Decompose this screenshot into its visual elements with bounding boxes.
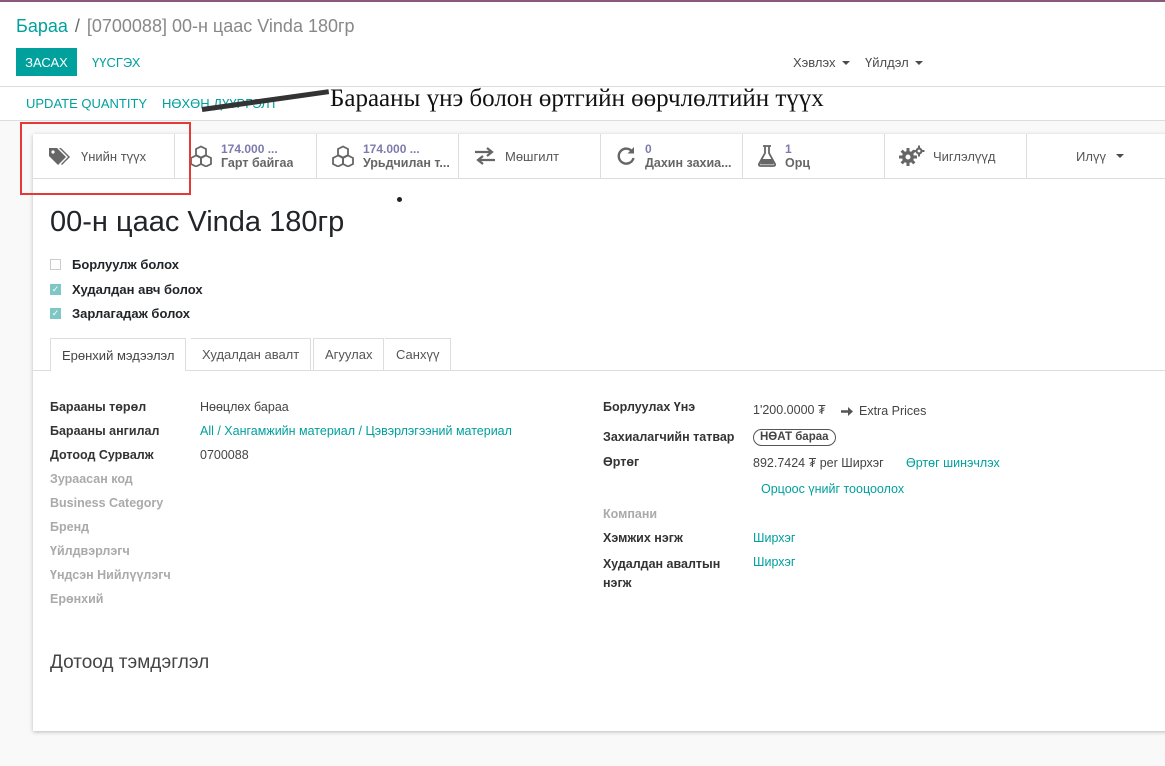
product-name[interactable]: 00-н цаас Vinda 180гр bbox=[50, 206, 344, 239]
arrow-right-icon bbox=[841, 406, 853, 416]
can-be-sold-label: Борлуулж болох bbox=[72, 257, 179, 272]
can-be-sold-checkbox[interactable]: Борлуулж болох bbox=[50, 257, 179, 272]
routes-button[interactable]: Чиглэлүүд bbox=[885, 134, 1027, 178]
tab-inventory[interactable]: Агуулах bbox=[313, 338, 385, 370]
cogs-icon bbox=[899, 145, 925, 166]
extra-prices-label: Extra Prices bbox=[859, 404, 927, 418]
manufacturer-label: Үйлдвэрлэгч bbox=[50, 544, 130, 558]
general-label: Ерөнхий bbox=[50, 592, 104, 606]
product-category-link[interactable]: All / Хангамжийн материал / Цэвэрлэгээни… bbox=[200, 424, 512, 438]
product-type-value[interactable]: Нөөцлөх бараа bbox=[200, 400, 289, 414]
breadcrumb-current: [0700088] 00-н цаас Vinda 180гр bbox=[86, 16, 355, 36]
flask-icon bbox=[758, 145, 776, 167]
tab-purchase[interactable]: Худалдан авалт bbox=[191, 338, 312, 370]
caret-down-icon bbox=[914, 61, 923, 65]
can-be-expensed-checkbox[interactable]: ✓ Зарлагадаж болох bbox=[50, 306, 190, 321]
exchange-icon bbox=[475, 147, 495, 165]
form-sheet: Үнийн түүх 174.000 ... Гарт байгаа 174.00… bbox=[33, 134, 1165, 731]
stray-dot bbox=[397, 197, 402, 202]
on-hand-button[interactable]: 174.000 ... Гарт байгаа bbox=[175, 134, 317, 178]
barcode-label: Зураасан код bbox=[50, 472, 133, 486]
cost-label: Өртөг bbox=[603, 455, 640, 469]
update-cost-link[interactable]: Өртөг шинэчлэх bbox=[906, 456, 1000, 470]
bom-label: Орц bbox=[785, 156, 811, 170]
checkbox-checked-icon: ✓ bbox=[50, 308, 61, 319]
can-be-purchased-label: Худалдан авч болох bbox=[72, 282, 203, 297]
breadcrumb-parent-link[interactable]: Бараа bbox=[16, 16, 68, 36]
checkbox-checked-icon: ✓ bbox=[50, 284, 61, 295]
cubes-icon bbox=[190, 145, 212, 167]
reorder-label: Дахин захиа... bbox=[645, 156, 732, 170]
internal-ref-label: Дотоод Сурвалж bbox=[50, 448, 154, 462]
notebook-tabs: Ерөнхий мэдээлэл Худалдан авалт Агуулах … bbox=[33, 338, 1165, 371]
action-dropdown-label: Үйлдэл bbox=[865, 55, 909, 70]
sale-price-label: Борлуулах Үнэ bbox=[603, 400, 696, 414]
moves-label: Мөшгилт bbox=[505, 148, 560, 164]
on-hand-label: Гарт байгаа bbox=[221, 156, 294, 170]
customer-tax-label: Захиалагчийн татвар bbox=[603, 430, 735, 444]
control-panel: Бараа / [0700088] 00-н цаас Vinda 180гр ЗА… bbox=[0, 2, 1165, 87]
print-dropdown-label: Хэвлэх bbox=[793, 55, 836, 70]
internal-notes-heading: Дотоод тэмдэглэл bbox=[50, 652, 210, 673]
reorder-value: 0 bbox=[645, 142, 652, 156]
caret-down-icon bbox=[1115, 154, 1124, 158]
breadcrumb-separator: / bbox=[74, 16, 80, 36]
product-type-label: Барааны төрөл bbox=[50, 400, 147, 414]
update-quantity-button[interactable]: UPDATE QUANTITY bbox=[26, 96, 147, 111]
purchase-uom-link[interactable]: Ширхэг bbox=[753, 555, 795, 569]
create-button[interactable]: ҮҮСГЭХ bbox=[84, 48, 148, 76]
action-dropdown[interactable]: Үйлдэл bbox=[865, 55, 923, 70]
brand-label: Бренд bbox=[50, 520, 90, 534]
cubes-icon bbox=[332, 145, 354, 167]
sale-price-value[interactable]: 1'200.0000 ₮ bbox=[753, 403, 826, 417]
annotation-highlight-box bbox=[20, 122, 191, 195]
bom-value: 1 bbox=[785, 142, 792, 156]
more-label: Илүү bbox=[1076, 148, 1106, 164]
smart-button-box: Үнийн түүх 174.000 ... Гарт байгаа 174.00… bbox=[33, 134, 1165, 179]
compute-price-from-bom-link[interactable]: Орцоос үнийг тооцоолох bbox=[761, 482, 904, 496]
product-category-label: Барааны ангилал bbox=[50, 424, 160, 438]
internal-ref-value[interactable]: 0700088 bbox=[200, 448, 249, 462]
reorder-button[interactable]: 0 Дахин захиа... bbox=[601, 134, 743, 178]
caret-down-icon bbox=[841, 61, 850, 65]
tax-badge[interactable]: НӨАТ бараа bbox=[753, 429, 836, 446]
forecasted-label: Урьдчилан т... bbox=[363, 156, 450, 170]
cost-value[interactable]: 892.7424 ₮ per Ширхэг bbox=[753, 456, 884, 470]
uom-label: Хэмжих нэгж bbox=[603, 531, 683, 545]
forecasted-value: 174.000 ... bbox=[363, 142, 420, 156]
business-category-label: Business Category bbox=[50, 496, 164, 510]
tab-general-info[interactable]: Ерөнхий мэдээлэл bbox=[50, 338, 187, 371]
forecasted-button[interactable]: 174.000 ... Урьдчилан т... bbox=[317, 134, 459, 178]
tab-accounting[interactable]: Санхүү bbox=[385, 338, 452, 370]
breadcrumb: Бараа / [0700088] 00-н цаас Vinda 180гр bbox=[16, 16, 355, 37]
more-button[interactable]: Илүү bbox=[1027, 134, 1165, 178]
company-label: Компани bbox=[603, 507, 658, 521]
edit-button[interactable]: ЗАСАХ bbox=[16, 48, 77, 76]
annotation-callout-text: Барааны үнэ болон өртгийн өөрчлөлтийн тү… bbox=[330, 85, 824, 112]
on-hand-value: 174.000 ... bbox=[221, 142, 278, 156]
main-supplier-label: Үндсэн Нийлүүлэгч bbox=[50, 568, 171, 582]
extra-prices-button[interactable]: Extra Prices bbox=[841, 404, 926, 418]
moves-button[interactable]: Мөшгилт bbox=[459, 134, 601, 178]
bom-button[interactable]: 1 Орц bbox=[743, 134, 885, 178]
can-be-expensed-label: Зарлагадаж болох bbox=[72, 306, 191, 321]
uom-link[interactable]: Ширхэг bbox=[753, 531, 795, 545]
refresh-icon bbox=[617, 147, 635, 165]
routes-label: Чиглэлүүд bbox=[933, 148, 996, 164]
print-dropdown[interactable]: Хэвлэх bbox=[793, 55, 850, 70]
can-be-purchased-checkbox[interactable]: ✓ Худалдан авч болох bbox=[50, 282, 203, 297]
purchase-uom-label: Худалдан авалтын нэгж bbox=[603, 557, 721, 590]
checkbox-unchecked-icon bbox=[50, 259, 61, 270]
